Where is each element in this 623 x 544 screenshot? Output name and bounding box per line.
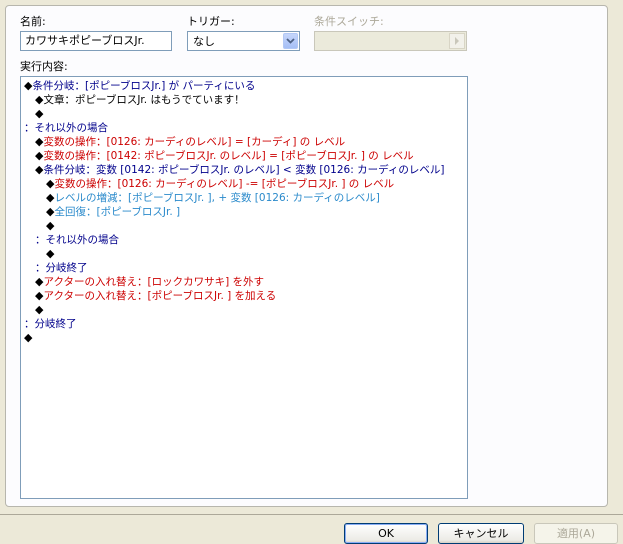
name-field[interactable]: カワサキポピーブロスJr. xyxy=(20,31,172,51)
command-row[interactable]: ◆ xyxy=(46,219,54,233)
command-row[interactable]: ：分岐終了 xyxy=(35,261,88,275)
diamond-icon: ◆ xyxy=(35,107,44,120)
command-row[interactable]: ◆変数の操作：[0126: カーディのレベル] -= [ポピーブロスJr. ] … xyxy=(46,177,394,191)
condition-switch-field xyxy=(314,31,467,51)
diamond-icon: ◆ xyxy=(24,331,33,344)
command-row[interactable]: ◆条件分岐：変数 [0142: ポピーブロスJr. のレベル] < 変数 [01… xyxy=(35,163,444,177)
command-row[interactable]: ◆変数の操作：[0142: ポピーブロスJr. のレベル] = [ポピーブロスJ… xyxy=(35,149,414,163)
command-row[interactable]: ◆アクターの入れ替え：[ポピーブロスJr. ] を加える xyxy=(35,289,276,303)
command-list[interactable]: ◆条件分岐：[ポピーブロスJr.] が パーティにいる ◆文章：ポピーブロスJr.… xyxy=(20,76,468,499)
diamond-icon: ◆ xyxy=(46,219,55,232)
command-row[interactable]: ◆レベルの増減：[ポピーブロスJr. ], + 変数 [0126: カーディのレ… xyxy=(46,191,380,205)
command-row[interactable]: ◆ xyxy=(46,247,54,261)
command-row[interactable]: ◆ xyxy=(24,331,32,345)
command-row[interactable]: ◆条件分岐：[ポピーブロスJr.] が パーティにいる xyxy=(24,79,255,93)
command-text: アクターの入れ替え：[ロックカワサキ] を外す xyxy=(43,276,265,288)
command-text: ：分岐終了 xyxy=(24,318,77,330)
command-row[interactable]: ◆変数の操作：[0126: カーディのレベル] = [カーディ] の レベル xyxy=(35,135,345,149)
switch-label: 条件スイッチ: xyxy=(314,15,384,28)
divider xyxy=(0,514,623,515)
command-text: 変数の操作：[0126: カーディのレベル] -= [ポピーブロスJr. ] の… xyxy=(54,178,395,190)
content-label: 実行内容: xyxy=(20,60,68,73)
diamond-icon: ◆ xyxy=(46,247,55,260)
command-text: 条件分岐：[ポピーブロスJr.] が パーティにいる xyxy=(32,80,256,92)
ok-button[interactable]: OK xyxy=(344,523,428,544)
trigger-selected-value: なし xyxy=(193,35,215,48)
apply-button[interactable]: 適用(A) xyxy=(534,523,618,544)
command-text: レベルの増減：[ポピーブロスJr. ], + 変数 [0126: カーディのレベ… xyxy=(54,192,380,204)
command-text: 変数の操作：[0126: カーディのレベル] = [カーディ] の レベル xyxy=(43,136,346,148)
command-row[interactable]: ◆文章：ポピーブロスJr. はもうでています！ xyxy=(35,93,245,107)
command-text: ：それ以外の場合 xyxy=(35,234,119,246)
command-row[interactable]: ：それ以外の場合 xyxy=(24,121,108,135)
command-text: 文章：ポピーブロスJr. はもうでています！ xyxy=(43,94,245,106)
diamond-icon: ◆ xyxy=(35,303,44,316)
command-text: 変数の操作：[0142: ポピーブロスJr. のレベル] = [ポピーブロスJr… xyxy=(43,150,414,162)
command-text: アクターの入れ替え：[ポピーブロスJr. ] を加える xyxy=(43,290,277,302)
command-text: 条件分岐：変数 [0142: ポピーブロスJr. のレベル] < 変数 [012… xyxy=(43,164,445,176)
cancel-button[interactable]: キャンセル xyxy=(438,523,524,544)
command-row[interactable]: ：それ以外の場合 xyxy=(35,233,119,247)
command-text: ：それ以外の場合 xyxy=(24,122,108,134)
command-row[interactable]: ◆全回復：[ポピーブロスJr. ] xyxy=(46,205,180,219)
command-row[interactable]: ◆ xyxy=(35,107,43,121)
trigger-select[interactable]: なし xyxy=(187,31,300,51)
command-row[interactable]: ◆アクターの入れ替え：[ロックカワサキ] を外す xyxy=(35,275,264,289)
trigger-label: トリガー: xyxy=(187,15,235,28)
command-row[interactable]: ：分岐終了 xyxy=(24,317,77,331)
command-text: ：分岐終了 xyxy=(35,262,88,274)
command-row[interactable]: ◆ xyxy=(35,303,43,317)
chevron-right-icon xyxy=(449,33,465,49)
command-text: 全回復：[ポピーブロスJr. ] xyxy=(54,206,181,218)
name-label: 名前: xyxy=(20,15,46,28)
chevron-down-icon[interactable] xyxy=(283,33,298,49)
